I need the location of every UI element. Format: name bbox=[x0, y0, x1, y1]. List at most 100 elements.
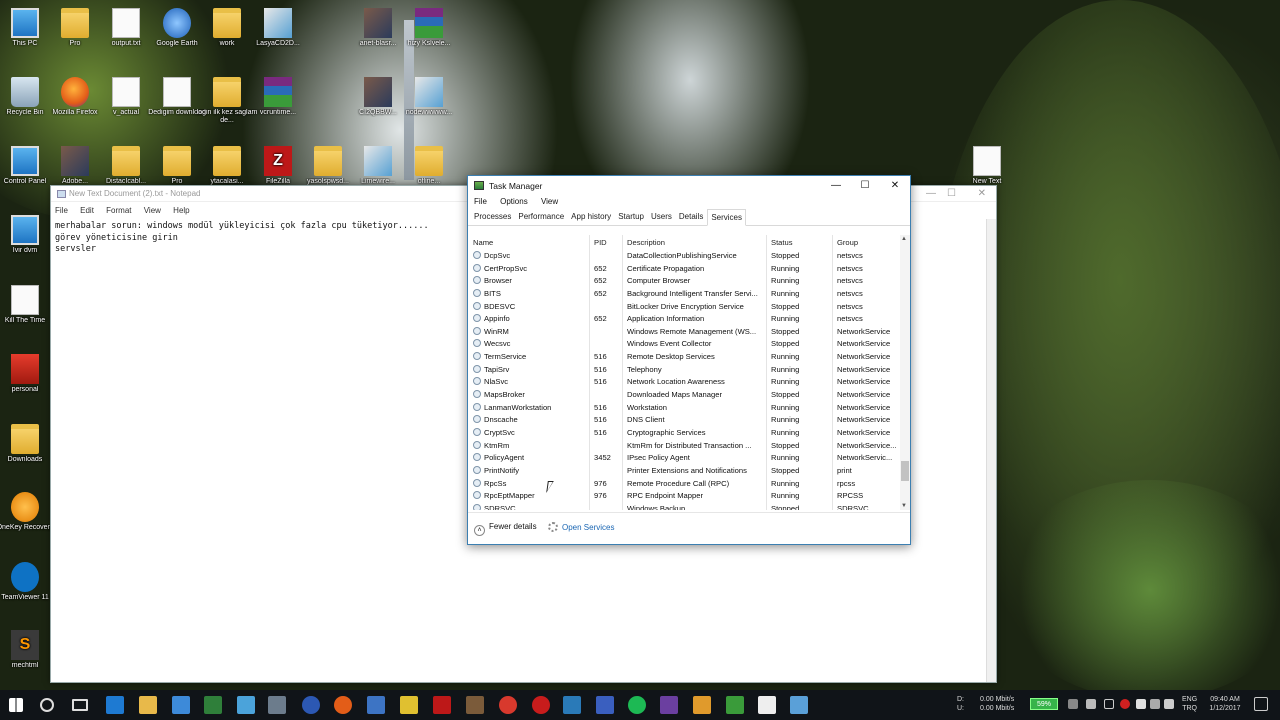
desktop-icon[interactable]: personal bbox=[0, 354, 57, 394]
app-icon[interactable] bbox=[302, 696, 320, 714]
task-manager-taskbar-icon[interactable] bbox=[268, 696, 286, 714]
task-view-icon[interactable] bbox=[72, 699, 88, 711]
notepad-scrollbar[interactable] bbox=[986, 219, 996, 682]
menu-edit[interactable]: Edit bbox=[80, 206, 94, 215]
visual-studio-icon[interactable] bbox=[660, 696, 678, 714]
table-row[interactable]: RpcSs 976 Remote Procedure Call (RPC) Runni… bbox=[471, 477, 901, 490]
table-row[interactable]: CertPropSvc 652 Certificate Propagation Run… bbox=[471, 262, 901, 275]
volume-icon[interactable] bbox=[1164, 699, 1174, 709]
tm-menu-file[interactable]: File bbox=[474, 197, 487, 206]
col-description[interactable]: Description bbox=[627, 238, 765, 247]
tray-app-icon[interactable] bbox=[1120, 699, 1130, 709]
clock[interactable]: 09:40 AM 1/12/2017 bbox=[1205, 695, 1245, 713]
menu-format[interactable]: Format bbox=[106, 206, 131, 215]
desktop-icon[interactable]: hizy Kslvele... bbox=[397, 8, 461, 48]
col-name[interactable]: Name bbox=[473, 238, 588, 247]
menu-help[interactable]: Help bbox=[173, 206, 189, 215]
services-scrollbar[interactable]: ▲ ▼ bbox=[900, 235, 910, 510]
table-row[interactable]: Browser 652 Computer Browser Running netsvcs bbox=[471, 274, 901, 287]
action-center-icon[interactable] bbox=[1104, 699, 1114, 709]
network-icon[interactable] bbox=[367, 696, 385, 714]
wifi-icon[interactable] bbox=[1150, 699, 1160, 709]
search-icon[interactable] bbox=[40, 698, 54, 712]
scroll-up-icon[interactable]: ▲ bbox=[901, 236, 907, 242]
table-row[interactable]: WinRM Windows Remote Management (WS... Sto… bbox=[471, 325, 901, 338]
maximize-icon[interactable]: ☐ bbox=[850, 178, 880, 193]
opera-icon[interactable] bbox=[532, 696, 550, 714]
col-pid[interactable]: PID bbox=[594, 238, 624, 247]
notifications-icon[interactable] bbox=[1254, 697, 1268, 711]
minimize-icon[interactable]: — bbox=[821, 178, 851, 193]
tab-services[interactable]: Services bbox=[707, 209, 747, 226]
scrollbar-thumb[interactable] bbox=[901, 461, 909, 481]
desktop-icon[interactable]: TeamViewer 11 bbox=[0, 562, 57, 602]
desktop-icon[interactable]: Downloads bbox=[0, 424, 57, 464]
tm-titlebar[interactable]: Task Manager — ☐ ✕ bbox=[468, 176, 910, 195]
edge-icon[interactable] bbox=[106, 696, 124, 714]
table-row[interactable]: BITS 652 Background Intelligent Transfer S… bbox=[471, 287, 901, 300]
battery-meter[interactable]: 59% bbox=[1030, 698, 1058, 710]
tm-menu-view[interactable]: View bbox=[541, 197, 558, 206]
table-row[interactable]: SDRSVC Windows Backup Stopped SDRSVC bbox=[471, 502, 901, 510]
firefox-icon[interactable] bbox=[334, 696, 352, 714]
minimize-icon[interactable]: — bbox=[926, 188, 936, 199]
notepad-taskbar-icon[interactable] bbox=[758, 696, 776, 714]
tray-icon[interactable] bbox=[1068, 699, 1078, 709]
tray-icon[interactable] bbox=[1136, 699, 1146, 709]
chrome-icon[interactable] bbox=[499, 696, 517, 714]
close-icon[interactable]: ✕ bbox=[978, 188, 986, 199]
menu-view[interactable]: View bbox=[144, 206, 161, 215]
app-icon-2[interactable] bbox=[790, 696, 808, 714]
table-row[interactable]: TapiSrv 516 Telephony Running NetworkService bbox=[471, 363, 901, 376]
table-row[interactable]: PolicyAgent 3452 IPsec Policy Agent Running… bbox=[471, 451, 901, 464]
table-row[interactable]: DcpSvc DataCollectionPublishingService Sto… bbox=[471, 249, 901, 262]
table-row[interactable]: TermService 516 Remote Desktop Services Run… bbox=[471, 350, 901, 363]
desktop-icon[interactable]: OneKey Recovery bbox=[0, 492, 57, 532]
windows-start-icon[interactable] bbox=[9, 698, 23, 712]
desktop-icon[interactable]: Smechtml bbox=[0, 630, 57, 670]
tab-app-history[interactable]: App history bbox=[568, 209, 614, 225]
tab-performance[interactable]: Performance bbox=[515, 209, 567, 225]
close-icon[interactable]: ✕ bbox=[880, 178, 910, 193]
fewer-details-button[interactable]: ˄ Fewer details bbox=[474, 522, 537, 536]
file-explorer-icon[interactable] bbox=[139, 696, 157, 714]
tm-menu-options[interactable]: Options bbox=[500, 197, 528, 206]
maximize-icon[interactable]: ☐ bbox=[947, 188, 956, 199]
col-group[interactable]: Group bbox=[837, 238, 897, 247]
tab-processes[interactable]: Processes bbox=[471, 209, 514, 225]
table-row[interactable]: PrintNotify Printer Extensions and Notifi… bbox=[471, 464, 901, 477]
desktop-icon[interactable]: LasyaCD2D... bbox=[246, 8, 310, 48]
tab-users[interactable]: Users bbox=[648, 209, 675, 225]
table-row[interactable]: KtmRm KtmRm for Distributed Transaction .… bbox=[471, 439, 901, 452]
table-row[interactable]: LanmanWorkstation 516 Workstation Running Ne… bbox=[471, 401, 901, 414]
desktop-icon[interactable]: New Text bbox=[955, 146, 1019, 186]
table-row[interactable]: RpcEptMapper 976 RPC Endpoint Mapper Runnin… bbox=[471, 489, 901, 502]
tab-details[interactable]: Details bbox=[676, 209, 706, 225]
desktop-icon[interactable]: ofline... bbox=[397, 146, 461, 186]
filezilla-icon[interactable] bbox=[433, 696, 451, 714]
table-row[interactable]: MapsBroker Downloaded Maps Manager Stopped… bbox=[471, 388, 901, 401]
table-row[interactable]: CryptSvc 516 Cryptographic Services Running… bbox=[471, 426, 901, 439]
task-manager-window[interactable]: Task Manager — ☐ ✕ File Options View Pro… bbox=[467, 175, 911, 545]
table-row[interactable]: NlaSvc 516 Network Location Awareness Runni… bbox=[471, 375, 901, 388]
table-row[interactable]: Appinfo 652 Application Information Running… bbox=[471, 312, 901, 325]
excel-icon[interactable] bbox=[204, 696, 222, 714]
table-row[interactable]: Wecsvc Windows Event Collector Stopped Netw… bbox=[471, 337, 901, 350]
menu-file[interactable]: File bbox=[55, 206, 68, 215]
desktop-icon[interactable]: vcruntime... bbox=[246, 77, 310, 117]
spotify-icon[interactable] bbox=[628, 696, 646, 714]
open-services-link[interactable]: Open Services bbox=[548, 522, 614, 532]
photos-icon[interactable] bbox=[596, 696, 614, 714]
table-row[interactable]: BDESVC BitLocker Drive Encryption Service… bbox=[471, 300, 901, 313]
remote-desktop-icon[interactable] bbox=[237, 696, 255, 714]
table-row[interactable]: Dnscache 516 DNS Client Running NetworkServi… bbox=[471, 413, 901, 426]
paint-icon[interactable] bbox=[693, 696, 711, 714]
col-status[interactable]: Status bbox=[771, 238, 831, 247]
vscode-icon[interactable] bbox=[563, 696, 581, 714]
desktop-icon[interactable]: nodewwwww... bbox=[397, 77, 461, 117]
desktop-icon[interactable]: Kill The Time bbox=[0, 285, 57, 325]
vlc-icon[interactable] bbox=[400, 696, 418, 714]
archive-icon[interactable] bbox=[466, 696, 484, 714]
desktop-icon[interactable]: Ivir dvm bbox=[0, 215, 57, 255]
store-icon[interactable] bbox=[172, 696, 190, 714]
